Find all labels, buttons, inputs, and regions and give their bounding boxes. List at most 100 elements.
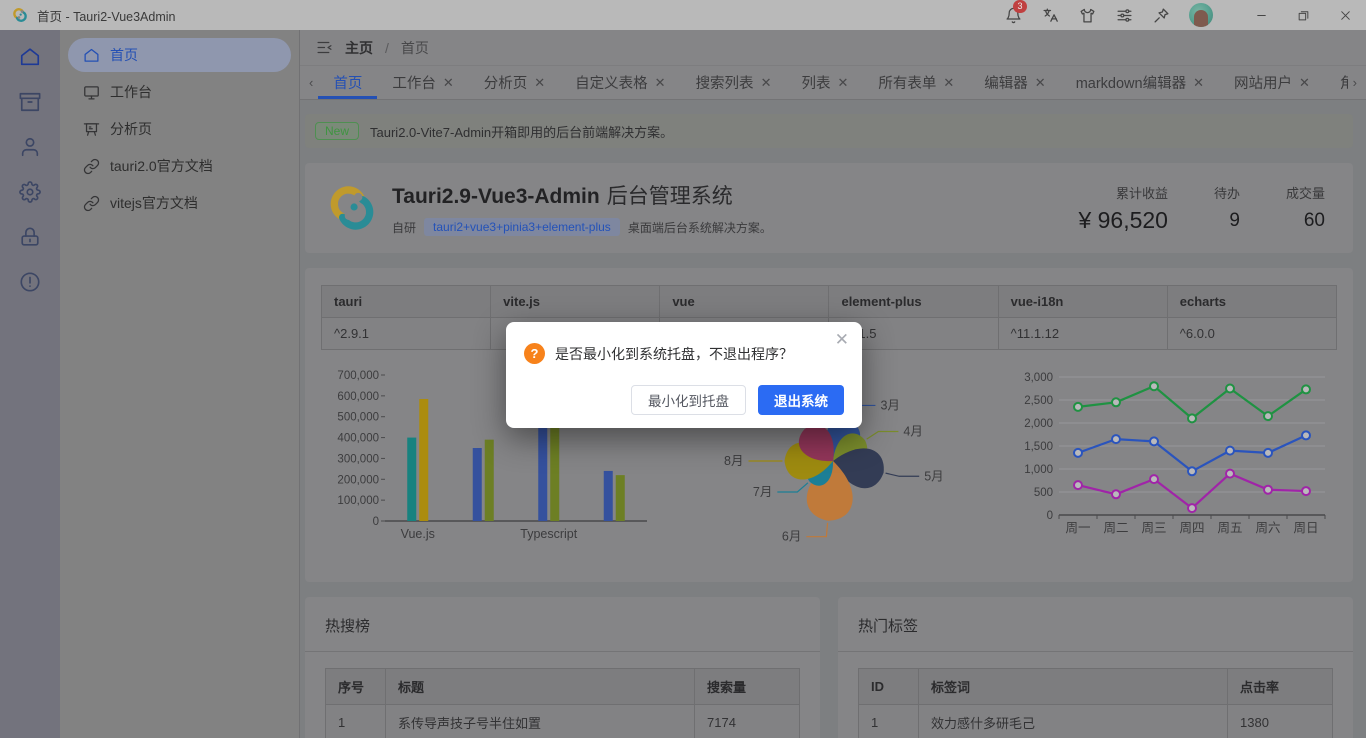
tab-网站用户[interactable]: 网站用户✕ xyxy=(1219,66,1325,99)
svg-text:4月: 4月 xyxy=(903,425,922,439)
stat-value: 60 xyxy=(1286,210,1325,232)
table-col-header: 序号 xyxy=(326,669,386,705)
svg-text:周五: 周五 xyxy=(1217,521,1242,535)
minimize-button[interactable] xyxy=(1240,0,1282,30)
tab-label: 工作台 xyxy=(392,72,436,93)
svg-text:周一: 周一 xyxy=(1065,521,1090,535)
tab-自定义表格[interactable]: 自定义表格 ✕ xyxy=(560,66,680,99)
tabs-scroll-left-icon[interactable]: ‹ xyxy=(304,66,318,99)
svg-text:7月: 7月 xyxy=(753,485,772,499)
sidebar-item-tauri2.0官方文档[interactable]: tauri2.0官方文档 xyxy=(68,149,291,183)
pin-icon[interactable] xyxy=(1152,6,1170,24)
rail-lock-icon[interactable] xyxy=(10,219,50,255)
deps-cell: ^11.1.12 xyxy=(998,318,1167,350)
deps-col-header: tauri xyxy=(322,286,491,318)
tab-列表[interactable]: 列表 ✕ xyxy=(786,66,863,99)
rail-alert-circle-icon[interactable] xyxy=(10,264,50,300)
tab-close-icon[interactable]: ✕ xyxy=(837,76,848,89)
dialog-message: 是否最小化到系统托盘，不退出程序？ xyxy=(555,343,793,365)
avatar[interactable] xyxy=(1189,3,1213,27)
svg-text:600,000: 600,000 xyxy=(337,391,379,403)
tab-角色管理[interactable]: 角色管理 xyxy=(1325,66,1348,99)
tab-首页[interactable]: 首页 xyxy=(318,66,377,99)
notice-text: Tauri2.0-Vite7-Admin开箱即用的后台前端解决方案。 xyxy=(370,122,673,141)
svg-text:1,000: 1,000 xyxy=(1024,464,1053,476)
svg-text:3,000: 3,000 xyxy=(1024,372,1053,384)
svg-text:2,500: 2,500 xyxy=(1024,395,1053,407)
tab-label: 搜索列表 xyxy=(696,72,754,93)
breadcrumb-bar: 主页 / 首页 xyxy=(300,30,1366,66)
stat-label: 累计收益 xyxy=(1078,183,1168,202)
svg-text:Typescript: Typescript xyxy=(520,527,577,541)
tabs-scroll-right-icon[interactable]: › xyxy=(1348,66,1362,99)
tab-close-icon[interactable]: ✕ xyxy=(1193,76,1204,89)
svg-text:500: 500 xyxy=(1034,487,1053,499)
hero-title: Tauri2.9-Vue3-Admin后台管理系统 xyxy=(392,180,772,210)
table-cell: 1 xyxy=(859,705,919,738)
sidebar-item-首页[interactable]: 首页 xyxy=(68,38,291,72)
hero-card: Tauri2.9-Vue3-Admin后台管理系统 自研 tauri2+vue3… xyxy=(305,163,1353,253)
hot-search-title: 热搜榜 xyxy=(305,597,820,652)
hot-tags-table: ID标签词点击率1效力感什多研毛己1380 xyxy=(858,668,1333,738)
exit-system-button[interactable]: 退出系统 xyxy=(758,385,844,415)
hot-tags-card: 热门标签 ID标签词点击率1效力感什多研毛己1380 xyxy=(838,597,1353,738)
svg-text:1,500: 1,500 xyxy=(1024,441,1053,453)
tshirt-icon[interactable] xyxy=(1078,6,1096,24)
rail-user-icon[interactable] xyxy=(10,129,50,165)
svg-text:0: 0 xyxy=(1047,510,1053,522)
tab-close-icon[interactable]: ✕ xyxy=(1035,76,1046,89)
tab-close-icon[interactable]: ✕ xyxy=(443,76,454,89)
translate-icon[interactable] xyxy=(1041,6,1059,24)
menu-fold-icon[interactable] xyxy=(316,39,333,56)
deps-col-header: vue-i18n xyxy=(998,286,1167,318)
tab-所有表单[interactable]: 所有表单✕ xyxy=(863,66,969,99)
table-col-header: 标题 xyxy=(386,669,695,705)
rail-archive-icon[interactable] xyxy=(10,84,50,120)
table-cell: 7174 xyxy=(695,705,800,738)
tabbar: ‹ 首页工作台✕分析页✕自定义表格✕搜索列表✕列表✕所有表单✕编辑器✕markd… xyxy=(300,66,1366,100)
close-button[interactable] xyxy=(1324,0,1366,30)
breadcrumb-separator: / xyxy=(385,40,389,56)
breadcrumb-root[interactable]: 主页 xyxy=(345,38,373,58)
tab-label: 列表 xyxy=(801,72,830,93)
table-col-header: 点击率 xyxy=(1228,669,1333,705)
sidebar-item-label: 工作台 xyxy=(110,82,152,102)
tab-搜索列表[interactable]: 搜索列表 ✕ xyxy=(681,66,787,99)
stat-value: 9 xyxy=(1214,210,1240,232)
tab-close-icon[interactable]: ✕ xyxy=(655,76,666,89)
stat-label: 成交量 xyxy=(1286,183,1325,202)
sidebar-item-分析页[interactable]: 分析页 xyxy=(68,112,291,146)
tab-label: 分析页 xyxy=(484,72,528,93)
rail-home-icon[interactable] xyxy=(10,39,50,75)
svg-text:2,000: 2,000 xyxy=(1024,418,1053,430)
tab-label: 自定义表格 xyxy=(575,72,648,93)
tab-分析页[interactable]: 分析页 ✕ xyxy=(469,66,560,99)
tab-close-icon[interactable]: ✕ xyxy=(1299,76,1310,89)
tab-label: markdown编辑器 xyxy=(1076,72,1186,93)
tab-close-icon[interactable]: ✕ xyxy=(761,76,772,89)
sliders-icon[interactable] xyxy=(1115,6,1133,24)
tab-工作台[interactable]: 工作台 ✕ xyxy=(377,66,468,99)
svg-text:0: 0 xyxy=(373,516,379,528)
table-cell: 1380 xyxy=(1228,705,1333,738)
sidebar-item-label: vitejs官方文档 xyxy=(110,193,198,213)
table-cell: 效力感什多研毛己 xyxy=(919,705,1228,738)
svg-text:400,000: 400,000 xyxy=(337,433,379,445)
tab-close-icon[interactable]: ✕ xyxy=(534,76,545,89)
sidebar-item-工作台[interactable]: 工作台 xyxy=(68,75,291,109)
hot-tags-title: 热门标签 xyxy=(838,597,1353,652)
tab-close-icon[interactable]: ✕ xyxy=(943,76,954,89)
minimize-to-tray-button[interactable]: 最小化到托盘 xyxy=(631,385,746,415)
breadcrumb-current: 首页 xyxy=(401,38,429,58)
svg-text:周二: 周二 xyxy=(1103,521,1128,535)
deps-col-header: vue xyxy=(660,286,829,318)
dialog-close-icon[interactable]: ✕ xyxy=(835,331,849,348)
rail-settings-icon[interactable] xyxy=(10,174,50,210)
hot-search-table: 序号标题搜索量1系传导声技子号半住如置7174 xyxy=(325,668,800,738)
tab-markdown编辑器[interactable]: markdown编辑器 ✕ xyxy=(1061,66,1219,99)
sidebar-item-vitejs官方文档[interactable]: vitejs官方文档 xyxy=(68,186,291,220)
bell-icon[interactable]: 3 xyxy=(1004,6,1022,24)
maximize-button[interactable] xyxy=(1282,0,1324,30)
deps-cell: ^2.9.1 xyxy=(322,318,491,350)
tab-编辑器[interactable]: 编辑器✕ xyxy=(969,66,1060,99)
